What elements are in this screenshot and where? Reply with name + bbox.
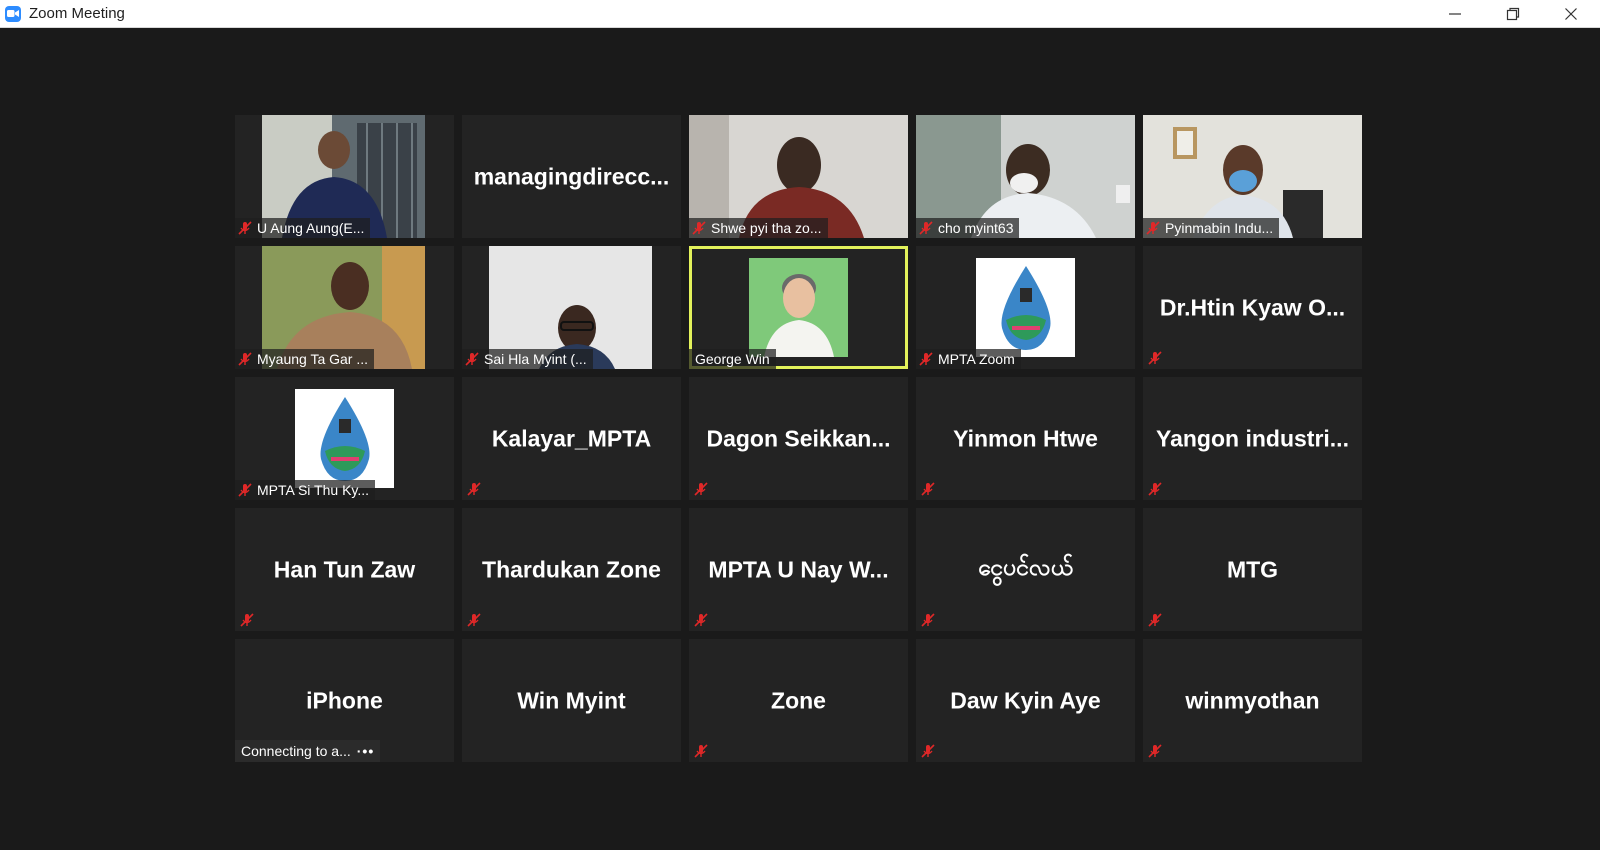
muted-mic-icon xyxy=(1147,612,1163,628)
muted-mic-icon xyxy=(918,220,934,236)
participant-name: MPTA U Nay W... xyxy=(708,556,889,582)
participant-name: George Win xyxy=(695,351,770,367)
participant-tile-active-speaker[interactable]: George Win xyxy=(689,246,908,369)
participant-name: Zone xyxy=(771,687,826,713)
participant-tile[interactable]: winmyothan xyxy=(1143,639,1362,762)
participant-label: cho myint63 xyxy=(916,218,1020,238)
muted-mic-icon xyxy=(1147,350,1163,366)
muted-mic-icon xyxy=(466,612,482,628)
muted-mic-icon xyxy=(920,612,936,628)
muted-mic-icon xyxy=(693,743,709,759)
participant-name: Thardukan Zone xyxy=(482,556,661,582)
close-icon xyxy=(1565,8,1577,20)
participant-name: Dagon Seikkan... xyxy=(706,425,891,451)
participant-tile[interactable]: Yinmon Htwe xyxy=(916,377,1135,500)
participant-tile[interactable]: iPhone Connecting to a... ·•• xyxy=(235,639,454,762)
participant-name: ငွေပင်လယ် xyxy=(977,553,1073,580)
participant-tile[interactable]: Zone xyxy=(689,639,908,762)
muted-mic-icon xyxy=(237,220,253,236)
participant-name: cho myint63 xyxy=(938,220,1014,236)
participant-tile[interactable]: MPTA Zoom xyxy=(916,246,1135,369)
participant-tile[interactable]: MPTA U Nay W... xyxy=(689,508,908,631)
connecting-status: Connecting to a... ·•• xyxy=(235,740,381,762)
participant-name: MPTA Si Thu Ky... xyxy=(257,482,370,498)
participant-name: managingdirecc... xyxy=(473,163,670,189)
participant-tile[interactable]: Dr.Htin Kyaw O... xyxy=(1143,246,1362,369)
participant-name: Shwe pyi tha zo... xyxy=(711,220,822,236)
participant-label: MPTA Si Thu Ky... xyxy=(235,480,376,500)
participant-name: winmyothan xyxy=(1185,687,1320,713)
participant-name: Pyinmabin Indu... xyxy=(1165,220,1274,236)
participant-tile[interactable]: Sai Hla Myint (... xyxy=(462,246,681,369)
participant-tile[interactable]: cho myint63 xyxy=(916,115,1135,238)
gallery-grid: U Aung Aung(E... managingdirecc... Shwe … xyxy=(235,115,1365,762)
participant-tile[interactable]: Kalayar_MPTA xyxy=(462,377,681,500)
participant-label: U Aung Aung(E... xyxy=(235,218,371,238)
participant-avatar xyxy=(976,258,1075,357)
participant-tile[interactable]: Myaung Ta Gar ... xyxy=(235,246,454,369)
participant-tile[interactable]: Yangon industri... xyxy=(1143,377,1362,500)
participant-tile[interactable]: MTG xyxy=(1143,508,1362,631)
participant-tile[interactable]: U Aung Aung(E... xyxy=(235,115,454,238)
participant-name: MTG xyxy=(1226,556,1279,582)
minimize-button[interactable] xyxy=(1426,0,1484,28)
window-title: Zoom Meeting xyxy=(29,5,125,22)
muted-mic-icon xyxy=(693,481,709,497)
participant-name: Sai Hla Myint (... xyxy=(484,351,587,367)
participant-name: MPTA Zoom xyxy=(938,351,1015,367)
muted-mic-icon xyxy=(920,743,936,759)
muted-mic-icon xyxy=(693,612,709,628)
participant-tile[interactable]: Shwe pyi tha zo... xyxy=(689,115,908,238)
participant-name: iPhone xyxy=(306,687,383,713)
window-controls xyxy=(1426,0,1600,28)
participant-tile[interactable]: Pyinmabin Indu... xyxy=(1143,115,1362,238)
participant-name: Myaung Ta Gar ... xyxy=(257,351,369,367)
participant-label: Pyinmabin Indu... xyxy=(1143,218,1280,238)
participant-name: Yinmon Htwe xyxy=(953,425,1098,451)
muted-mic-icon xyxy=(918,351,934,367)
muted-mic-icon xyxy=(237,351,253,367)
participant-tile[interactable]: MPTA Si Thu Ky... xyxy=(235,377,454,500)
muted-mic-icon xyxy=(691,220,707,236)
muted-mic-icon xyxy=(1145,220,1161,236)
muted-mic-icon xyxy=(464,351,480,367)
participant-label: MPTA Zoom xyxy=(916,349,1021,369)
muted-mic-icon xyxy=(1147,743,1163,759)
muted-mic-icon xyxy=(1147,481,1163,497)
participant-name: Daw Kyin Aye xyxy=(950,687,1101,713)
muted-mic-icon xyxy=(239,612,255,628)
participant-name: Yangon industri... xyxy=(1156,425,1349,451)
participant-tile[interactable]: Win Myint xyxy=(462,639,681,762)
participant-tile[interactable]: managingdirecc... xyxy=(462,115,681,238)
title-bar: Zoom Meeting xyxy=(0,0,1600,28)
participant-label: George Win xyxy=(689,349,776,369)
participant-name: Kalayar_MPTA xyxy=(491,425,652,451)
participant-label: Sai Hla Myint (... xyxy=(462,349,593,369)
muted-mic-icon xyxy=(237,482,253,498)
participant-tile[interactable]: Dagon Seikkan... xyxy=(689,377,908,500)
loading-dots-icon: ·•• xyxy=(356,743,375,759)
restore-icon xyxy=(1506,7,1520,21)
participant-label: Myaung Ta Gar ... xyxy=(235,349,375,369)
participant-tile[interactable]: Daw Kyin Aye xyxy=(916,639,1135,762)
connecting-status-text: Connecting to a... xyxy=(241,743,351,759)
participant-avatar xyxy=(749,258,848,357)
zoom-app-icon xyxy=(5,5,21,22)
participant-name: U Aung Aung(E... xyxy=(257,220,365,236)
participant-tile[interactable]: ငွေပင်လယ် xyxy=(916,508,1135,631)
participant-tile[interactable]: Han Tun Zaw xyxy=(235,508,454,631)
muted-mic-icon xyxy=(920,481,936,497)
restore-button[interactable] xyxy=(1484,0,1542,28)
participant-label: Shwe pyi tha zo... xyxy=(689,218,828,238)
close-button[interactable] xyxy=(1542,0,1600,28)
participant-name: Win Myint xyxy=(517,687,626,713)
meeting-stage: U Aung Aung(E... managingdirecc... Shwe … xyxy=(0,28,1600,850)
muted-mic-icon xyxy=(466,481,482,497)
participant-avatar xyxy=(295,389,394,488)
participant-tile[interactable]: Thardukan Zone xyxy=(462,508,681,631)
participant-name: Han Tun Zaw xyxy=(273,556,416,582)
minimize-icon xyxy=(1449,13,1461,15)
participant-name: Dr.Htin Kyaw O... xyxy=(1159,294,1346,320)
